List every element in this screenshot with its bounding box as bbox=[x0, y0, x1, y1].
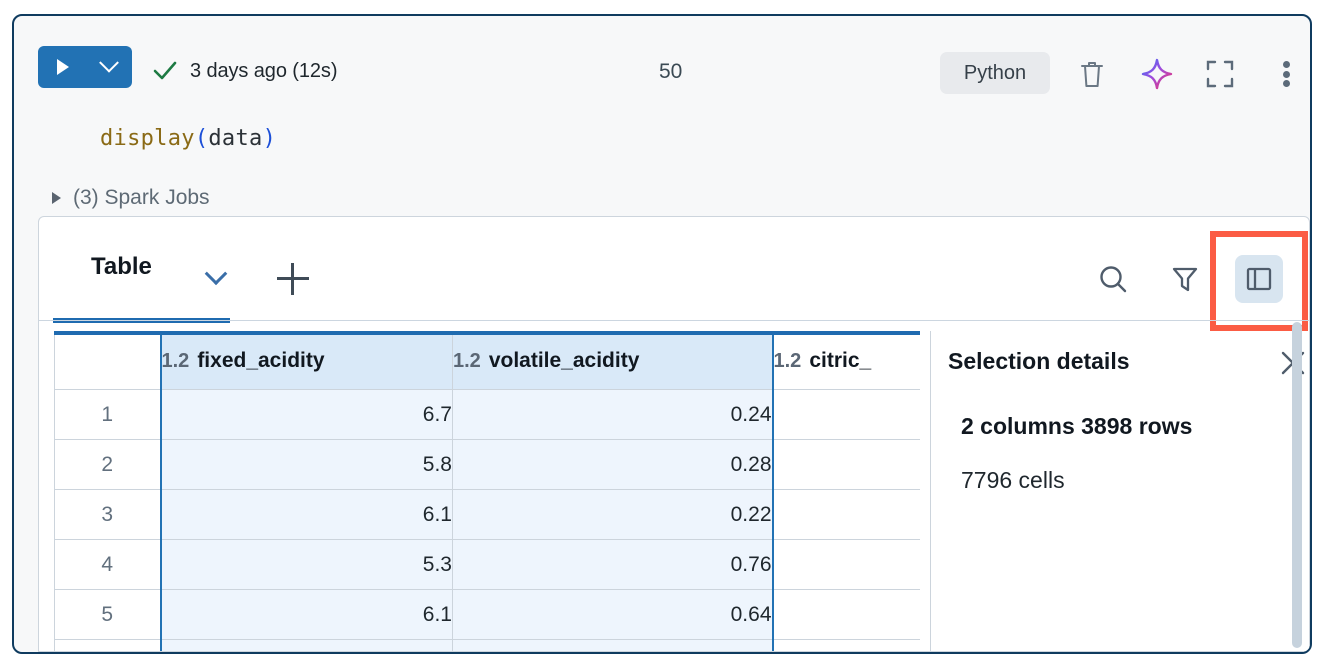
cell-fixed-acidity[interactable]: 5.3 bbox=[159, 539, 453, 590]
chevron-down-icon bbox=[204, 262, 228, 286]
cell-fixed-acidity[interactable]: 6.1 bbox=[159, 589, 453, 640]
tab-options-dropdown[interactable] bbox=[201, 262, 231, 293]
code-function-name: display bbox=[100, 126, 195, 151]
check-icon bbox=[152, 58, 178, 84]
cell-citric-acid[interactable] bbox=[772, 589, 920, 640]
column-header-label: fixed_acidity bbox=[197, 348, 325, 372]
add-visualization-button[interactable] bbox=[273, 259, 313, 299]
kebab-dot bbox=[1282, 70, 1290, 78]
column-type-badge: 1.2 bbox=[453, 349, 481, 372]
cell-volatile-acidity[interactable]: 0.64 bbox=[452, 589, 774, 640]
selection-details-panel: Selection details 2 columns 3898 rows 77… bbox=[931, 331, 1309, 651]
row-number: 3 bbox=[54, 489, 161, 540]
search-icon[interactable] bbox=[1091, 257, 1135, 301]
cell-fixed-acidity[interactable] bbox=[159, 639, 453, 651]
cell-scrollbar-thumb[interactable] bbox=[1292, 322, 1302, 648]
kebab-dot bbox=[1282, 61, 1290, 68]
column-type-badge: 1.2 bbox=[161, 349, 190, 372]
line-count-label: 50 bbox=[659, 60, 683, 83]
cell-status-text: 3 days ago (12s) bbox=[190, 60, 338, 82]
table-row[interactable]: 4 5.3 0.76 bbox=[54, 539, 920, 590]
table-row[interactable]: 1 6.7 0.24 bbox=[54, 389, 920, 440]
column-header-volatile-acidity[interactable]: 1.2 volatile_acidity bbox=[452, 331, 774, 390]
play-icon bbox=[57, 59, 69, 75]
code-line[interactable]: display(data) bbox=[100, 126, 276, 151]
plus-icon bbox=[291, 263, 294, 295]
column-header-fixed-acidity[interactable]: 1.2 fixed_acidity bbox=[159, 331, 453, 390]
grid-top-accent bbox=[54, 331, 920, 335]
row-number: 2 bbox=[54, 439, 161, 490]
table-row[interactable]: 3 6.1 0.22 bbox=[54, 489, 920, 540]
spark-jobs-toggle[interactable]: (3) Spark Jobs bbox=[52, 186, 210, 210]
side-panel-icon bbox=[1246, 267, 1272, 291]
cell-volatile-acidity[interactable]: 0.76 bbox=[452, 539, 774, 590]
table-row[interactable] bbox=[54, 639, 920, 651]
column-header-label: volatile_acidity bbox=[488, 348, 640, 372]
selection-cell-count: 7796 cells bbox=[961, 467, 1065, 493]
row-number bbox=[54, 639, 161, 651]
chevron-right-icon bbox=[52, 192, 61, 204]
expand-icon[interactable] bbox=[1200, 54, 1240, 94]
kebab-menu-icon[interactable] bbox=[1266, 54, 1306, 94]
toolbar-divider bbox=[39, 320, 1309, 321]
cell-volatile-acidity[interactable] bbox=[452, 639, 774, 651]
chevron-down-icon bbox=[98, 52, 119, 73]
code-close-paren: ) bbox=[262, 126, 277, 151]
code-open-paren: ( bbox=[194, 126, 209, 151]
run-options-dropdown[interactable] bbox=[85, 46, 132, 88]
cell-volatile-acidity[interactable]: 0.22 bbox=[452, 489, 774, 540]
selection-summary: 2 columns 3898 rows bbox=[961, 413, 1193, 439]
cell-citric-acid[interactable] bbox=[772, 489, 920, 540]
cell-toolbar: 3 days ago (12s) 50 Python bbox=[14, 16, 1310, 94]
selection-details-title: Selection details bbox=[948, 348, 1130, 374]
kebab-dot bbox=[1282, 80, 1290, 87]
column-header-citric-acid[interactable]: 1.2 citric_ bbox=[772, 331, 920, 390]
table-row[interactable]: 5 6.1 0.64 bbox=[54, 589, 920, 640]
tab-table[interactable]: Table bbox=[91, 253, 152, 281]
row-number-header bbox=[54, 331, 161, 390]
row-number: 5 bbox=[54, 589, 161, 640]
row-number: 1 bbox=[54, 389, 161, 440]
notebook-cell: 3 days ago (12s) 50 Python display(data)… bbox=[12, 14, 1312, 654]
side-panel-toggle-button[interactable] bbox=[1235, 255, 1283, 303]
results-table: 1.2 fixed_acidity 1.2 volatile_acidity 1.2… bbox=[54, 331, 920, 651]
row-number: 4 bbox=[54, 539, 161, 590]
screenshot-root: 3 days ago (12s) 50 Python display(data)… bbox=[0, 0, 1324, 654]
sparkle-icon[interactable] bbox=[1137, 54, 1177, 94]
trash-icon[interactable] bbox=[1072, 54, 1112, 94]
cell-scrollbar-track[interactable] bbox=[1292, 322, 1302, 648]
cell-fixed-acidity[interactable]: 6.1 bbox=[159, 489, 453, 540]
data-grid[interactable]: 1.2 fixed_acidity 1.2 volatile_acidity 1.2… bbox=[54, 331, 920, 651]
cell-citric-acid[interactable] bbox=[772, 439, 920, 490]
cell-volatile-acidity[interactable]: 0.24 bbox=[452, 389, 774, 440]
table-header-row: 1.2 fixed_acidity 1.2 volatile_acidity 1.2… bbox=[54, 331, 920, 390]
cell-fixed-acidity[interactable]: 5.8 bbox=[159, 439, 453, 490]
cell-citric-acid[interactable] bbox=[772, 389, 920, 440]
language-badge[interactable]: Python bbox=[940, 52, 1050, 94]
column-type-badge: 1.2 bbox=[773, 349, 802, 372]
cell-fixed-acidity[interactable]: 6.7 bbox=[159, 389, 453, 440]
cell-volatile-acidity[interactable]: 0.28 bbox=[452, 439, 774, 490]
cell-citric-acid[interactable] bbox=[772, 539, 920, 590]
result-panel: Table 1.2 fixed_acidity 1.2 volatile_aci… bbox=[38, 216, 1310, 652]
result-toolbar: Table bbox=[39, 217, 1309, 331]
table-row[interactable]: 2 5.8 0.28 bbox=[54, 439, 920, 490]
run-button-group[interactable] bbox=[38, 46, 132, 88]
spark-jobs-label: (3) Spark Jobs bbox=[73, 186, 210, 209]
run-button[interactable] bbox=[38, 46, 85, 88]
filter-icon[interactable] bbox=[1163, 257, 1207, 301]
column-header-label: citric_ bbox=[809, 348, 872, 372]
cell-citric-acid[interactable] bbox=[772, 639, 920, 651]
code-argument: data bbox=[208, 126, 263, 151]
